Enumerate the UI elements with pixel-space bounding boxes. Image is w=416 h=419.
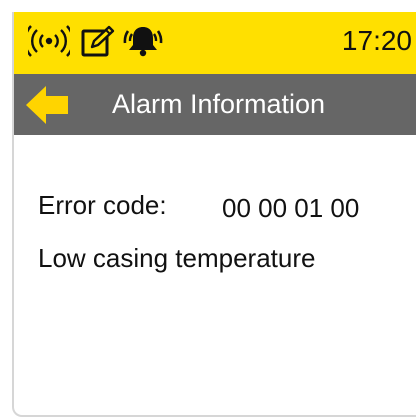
alarm-details: Error code: 00 00 01 00 Low casing tempe…: [14, 135, 416, 415]
device-screen: 17:20 Alarm Information Error code: 00 0…: [12, 12, 416, 417]
status-time: 17:20: [341, 25, 412, 56]
status-bar: 17:20: [14, 12, 416, 74]
title-bar: Alarm Information: [14, 74, 416, 135]
error-code-value: 00 00 01 00: [222, 193, 360, 223]
back-arrow-icon: [24, 83, 70, 127]
page-title: Alarm Information: [112, 89, 326, 119]
error-code-label: Error code:: [38, 190, 167, 220]
alarm-description: Low casing temperature: [38, 243, 316, 273]
alarm-bell-icon: [122, 23, 164, 59]
back-button[interactable]: [24, 83, 70, 127]
edit-note-icon: [80, 25, 116, 59]
wireless-signal-icon: [28, 24, 70, 58]
